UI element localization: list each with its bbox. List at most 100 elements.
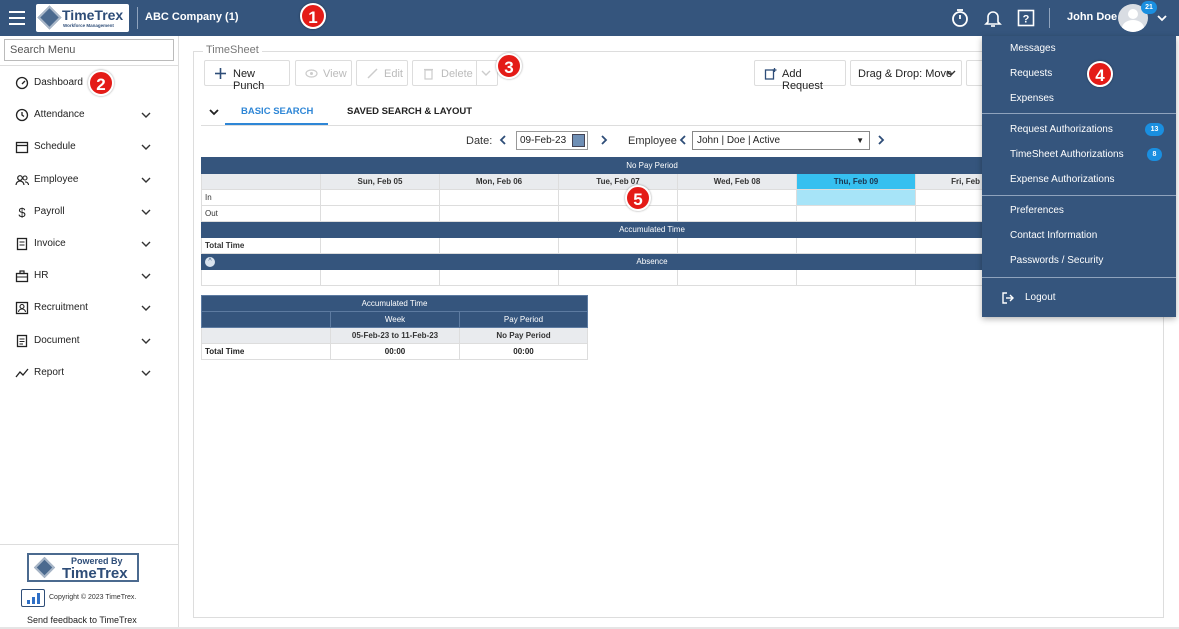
grid-cell[interactable] <box>439 205 559 222</box>
add-request-button[interactable]: Add Request <box>754 60 846 92</box>
tab-basic-search[interactable]: BASIC SEARCH <box>241 106 313 117</box>
grid-cell[interactable] <box>439 269 559 286</box>
sidebar-item-label: Attendance <box>34 109 85 120</box>
sidebar-item-recruitment[interactable]: Recruitment <box>0 294 179 322</box>
grid-cell-today[interactable] <box>796 189 916 206</box>
chart-line-icon <box>15 366 29 380</box>
feedback-link[interactable]: Send feedback to TimeTrex <box>27 615 137 625</box>
delete-button[interactable]: Delete <box>412 60 498 86</box>
week-total: 00:00 <box>330 343 460 360</box>
drag-drop-select[interactable]: Drag & Drop: Move <box>850 60 962 86</box>
absence-header-row: ^ Absence <box>201 253 984 270</box>
chevron-down-icon <box>141 303 151 313</box>
add-request-label: Add Request <box>782 68 823 92</box>
sidebar-item-label: HR <box>34 270 49 281</box>
day-header[interactable]: Sun, Feb 05 <box>320 173 440 190</box>
timetrex-logo[interactable]: TimeTrex Workforce Management <box>36 4 129 32</box>
new-punch-button[interactable]: New Punch <box>204 60 290 92</box>
sidebar-item-hr[interactable]: HR <box>0 262 179 290</box>
date-value: 09-Feb-23 <box>520 135 567 146</box>
menu-item-contact-information[interactable]: Contact Information <box>1010 230 1097 241</box>
menu-item-messages[interactable]: Messages <box>1010 43 1056 54</box>
grid-cell[interactable] <box>320 269 440 286</box>
help-icon[interactable]: ? <box>1016 8 1036 28</box>
menu-item-passwords-security[interactable]: Passwords / Security <box>1010 255 1103 266</box>
grid-cell[interactable] <box>201 269 321 286</box>
search-menu-input[interactable] <box>4 39 174 61</box>
tab-divider <box>201 125 982 126</box>
collapse-absence-icon[interactable]: ^ <box>205 256 215 267</box>
logo-text: TimeTrex <box>62 7 124 23</box>
logout-icon[interactable] <box>1002 292 1014 304</box>
prev-date-icon[interactable] <box>498 134 508 146</box>
date-label: Date: <box>466 135 493 147</box>
grid-cell[interactable] <box>796 205 916 222</box>
menu-item-requests[interactable]: Requests <box>1010 68 1052 79</box>
grid-cell <box>796 237 916 254</box>
sidebar-item-payroll[interactable]: $ Payroll <box>0 198 179 226</box>
grid-cell[interactable] <box>439 189 559 206</box>
document-icon <box>15 334 29 348</box>
trash-icon <box>422 67 435 80</box>
sidebar-item-schedule[interactable]: Schedule <box>0 133 179 161</box>
calendar-icon[interactable] <box>572 134 585 147</box>
menu-item-request-authorizations[interactable]: Request Authorizations <box>1010 124 1113 135</box>
grid-cell[interactable] <box>320 205 440 222</box>
day-header[interactable]: Mon, Feb 06 <box>439 173 559 190</box>
chevron-down-icon <box>141 110 151 120</box>
grid-cell[interactable] <box>677 189 797 206</box>
edit-button[interactable]: Edit <box>356 60 408 86</box>
briefcase-icon <box>15 269 29 283</box>
header-divider-2 <box>1049 8 1050 28</box>
chevron-down-icon[interactable] <box>1156 12 1168 24</box>
sidebar-item-employee[interactable]: Employee <box>0 166 179 194</box>
absence-header: Absence <box>320 253 984 270</box>
grid-cell[interactable] <box>915 269 984 286</box>
grid-cell[interactable] <box>915 189 984 206</box>
next-date-icon[interactable] <box>599 134 609 146</box>
grid-cell[interactable] <box>677 269 797 286</box>
user-name[interactable]: John Doe <box>1067 11 1117 23</box>
chevron-down-icon <box>141 175 151 185</box>
collapse-chevron-icon[interactable] <box>208 106 220 118</box>
powered-by-logo[interactable]: Powered By TimeTrex <box>27 553 139 582</box>
grid-cell[interactable] <box>677 205 797 222</box>
grid-cell[interactable] <box>558 189 678 206</box>
view-button[interactable]: View <box>295 60 352 86</box>
day-header[interactable]: Tue, Feb 07 <box>558 173 678 190</box>
grid-cell[interactable] <box>558 269 678 286</box>
grid-cell[interactable] <box>796 269 916 286</box>
grid-cell[interactable] <box>558 205 678 222</box>
company-name: ABC Company (1) <box>145 11 239 23</box>
prev-employee-icon[interactable] <box>678 134 688 146</box>
menu-item-preferences[interactable]: Preferences <box>1010 205 1064 216</box>
employee-select[interactable]: John | Doe | Active ▼ <box>692 131 870 150</box>
day-header[interactable]: Fri, Feb <box>915 173 984 190</box>
chevron-down-icon[interactable] <box>481 68 491 81</box>
day-header[interactable]: Wed, Feb 08 <box>677 173 797 190</box>
grid-cell[interactable] <box>320 189 440 206</box>
menu-item-expenses[interactable]: Expenses <box>1010 93 1054 104</box>
menu-item-timesheet-authorizations[interactable]: TimeSheet Authorizations <box>1010 149 1124 160</box>
day-header-today[interactable]: Thu, Feb 09 <box>796 173 916 190</box>
menu-item-expense-authorizations[interactable]: Expense Authorizations <box>1010 174 1115 185</box>
sidebar: Dashboard Attendance Schedule Employee $… <box>0 36 179 629</box>
sidebar-item-invoice[interactable]: Invoice <box>0 230 179 258</box>
bell-icon[interactable] <box>983 8 1003 28</box>
accumulated-time-table: Accumulated Time Week Pay Period 05-Feb-… <box>201 295 588 360</box>
row-label-total-time: Total Time <box>201 343 331 360</box>
chevron-down-icon <box>141 142 151 152</box>
grid-cell <box>558 237 678 254</box>
tab-saved-search-layout[interactable]: SAVED SEARCH & LAYOUT <box>347 106 472 117</box>
sidebar-item-attendance[interactable]: Attendance <box>0 101 179 129</box>
sidebar-item-document[interactable]: Document <box>0 327 179 355</box>
timer-icon[interactable] <box>950 8 970 28</box>
view-label: View <box>323 68 347 80</box>
sidebar-item-label: Schedule <box>34 141 76 152</box>
delete-label: Delete <box>441 68 473 80</box>
menu-icon[interactable] <box>9 11 25 25</box>
next-employee-icon[interactable] <box>876 134 886 146</box>
grid-cell[interactable] <box>915 205 984 222</box>
menu-item-logout[interactable]: Logout <box>1025 292 1056 303</box>
sidebar-item-report[interactable]: Report <box>0 359 179 387</box>
